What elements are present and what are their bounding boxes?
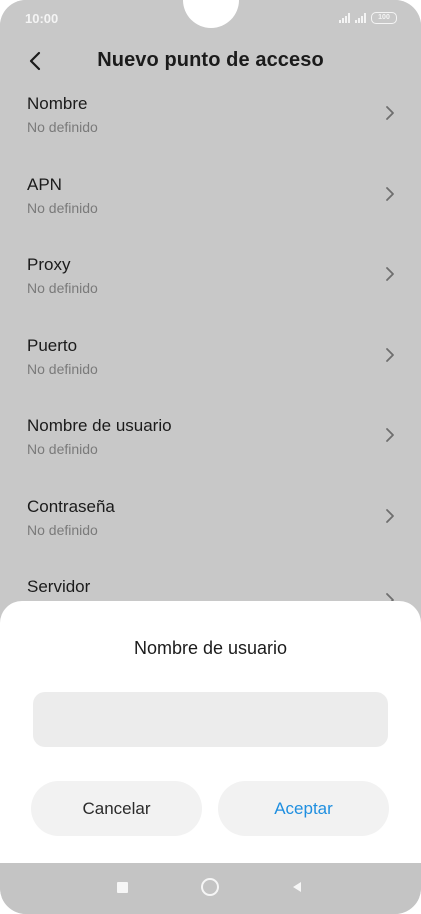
chevron-right-icon [386, 347, 394, 362]
setting-label: Proxy [27, 255, 71, 274]
accept-button[interactable]: Aceptar [218, 781, 389, 836]
status-icons: 100 [339, 11, 397, 25]
chevron-right-icon [386, 428, 394, 442]
navigation-bar [0, 863, 421, 914]
page-title: Nuevo punto de acceso [97, 49, 324, 71]
cancel-button[interactable]: Cancelar [31, 781, 202, 836]
battery-icon: 100 [371, 12, 397, 24]
setting-row-apn[interactable]: APN No definido [0, 165, 421, 246]
chevron-right-icon [386, 267, 394, 281]
phone-screen: 10:00 100 Nuevo punto de acceso Nombre N… [0, 0, 421, 914]
setting-row-nombre-de-usuario[interactable]: Nombre de usuario No definido [0, 406, 421, 487]
signal-icon-2 [355, 13, 366, 23]
setting-value: No definido [27, 280, 98, 296]
username-input[interactable] [33, 692, 388, 747]
username-dialog: Nombre de usuario Cancelar Aceptar [0, 601, 421, 863]
setting-row-contrasena[interactable]: Contraseña No definido [0, 487, 421, 568]
setting-value: No definido [27, 199, 98, 216]
setting-label: Puerto [27, 335, 78, 355]
settings-list: Nombre No definido APN No definido Proxy… [0, 84, 421, 648]
status-bar: 10:00 100 [0, 0, 421, 36]
setting-label: Servidor [27, 577, 91, 596]
square-icon[interactable] [117, 882, 128, 893]
status-time: 10:00 [25, 11, 59, 26]
setting-value: No definido [27, 441, 98, 457]
setting-label: Contraseña [27, 496, 115, 516]
app-header: Nuevo punto de acceso [0, 36, 421, 84]
camera-notch [183, 0, 239, 28]
setting-value: No definido [27, 119, 98, 135]
setting-value: No definido [27, 521, 98, 538]
signal-icon [339, 13, 350, 23]
chevron-right-icon [386, 186, 394, 201]
chevron-right-icon [386, 106, 394, 120]
dialog-title: Nombre de usuario [133, 638, 288, 658]
circle-icon[interactable] [201, 878, 219, 896]
setting-label: APN [27, 174, 62, 194]
triangle-left-icon[interactable] [290, 880, 304, 894]
setting-row-proxy[interactable]: Proxy No definido [0, 245, 421, 326]
setting-row-puerto[interactable]: Puerto No definido [0, 326, 421, 407]
setting-label: Nombre [27, 94, 88, 113]
setting-row-nombre[interactable]: Nombre No definido [0, 84, 421, 165]
setting-value: No definido [27, 360, 98, 377]
chevron-right-icon [386, 508, 394, 523]
setting-label: Nombre de usuario [27, 416, 172, 435]
